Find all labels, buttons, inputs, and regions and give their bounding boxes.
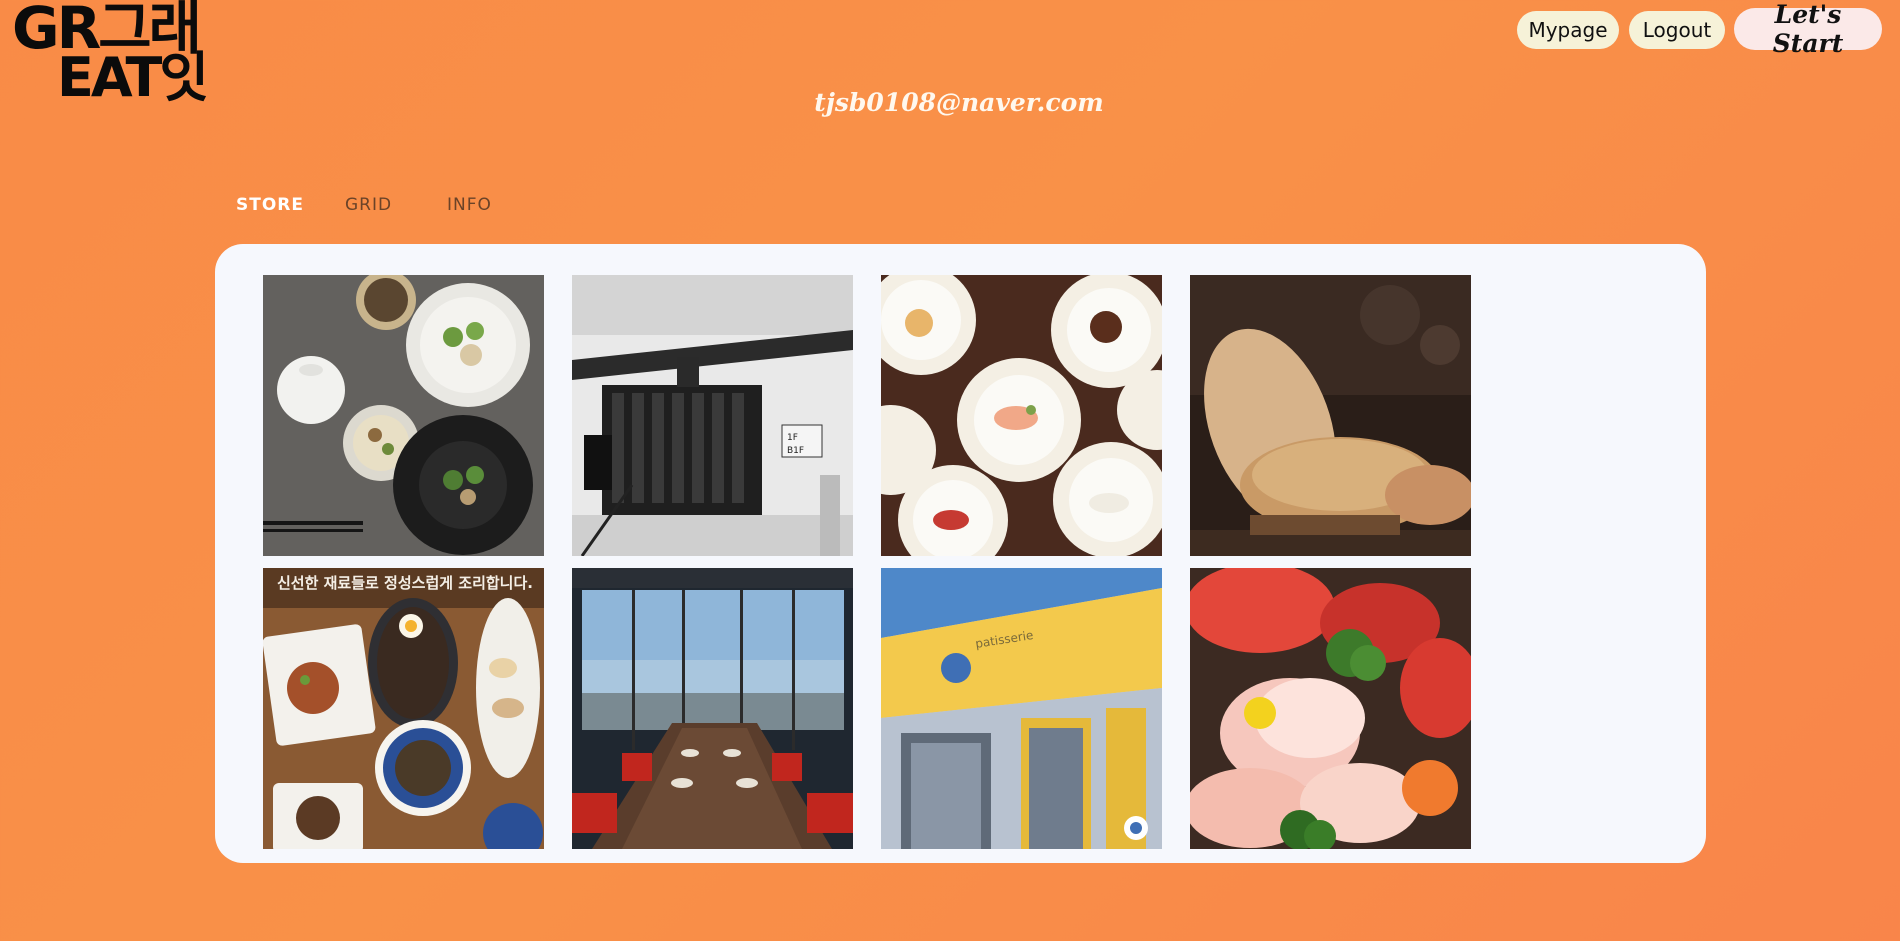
- sashimi-photo: [1190, 568, 1471, 849]
- store-photo-3[interactable]: [881, 275, 1162, 556]
- svg-text:B1F: B1F: [787, 446, 804, 456]
- lets-start-button[interactable]: Let's Start: [1734, 0, 1882, 58]
- asian-dishes-photo: 신선한 재료들로 정성스럽게 조리합니다.: [263, 568, 544, 849]
- store-photo-5[interactable]: 신선한 재료들로 정성스럽게 조리합니다.: [263, 568, 544, 849]
- tab-grid[interactable]: GRID: [345, 195, 392, 215]
- tab-store[interactable]: STORE: [236, 195, 304, 215]
- cafe-storefront-photo: patisserie: [881, 568, 1162, 849]
- rooftop-dining-photo: [572, 568, 853, 849]
- svg-text:1F: 1F: [787, 433, 798, 443]
- store-photo-2[interactable]: 1F B1F: [572, 275, 853, 556]
- store-photo-1[interactable]: [263, 275, 544, 556]
- storefront-photo: 1F B1F: [572, 275, 853, 556]
- tab-info[interactable]: INFO: [447, 195, 492, 215]
- store-photo-4[interactable]: [1190, 275, 1471, 556]
- korean-dishes-photo: [263, 275, 544, 556]
- logout-button[interactable]: Logout: [1629, 11, 1725, 49]
- bread-photo: [1190, 275, 1471, 556]
- dish-caption-text: 신선한 재료들로 정성스럽게 조리합니다.: [277, 574, 533, 592]
- store-photo-panel: 1F B1F 신선한 재료들로 정성스럽게 조리합니다. patisserie: [215, 244, 1706, 863]
- sushi-plates-photo: [881, 275, 1162, 556]
- store-photo-6[interactable]: [572, 568, 853, 849]
- user-email: tjsb0108@naver.com: [814, 88, 1104, 117]
- mypage-button[interactable]: Mypage: [1517, 11, 1619, 49]
- store-photo-7[interactable]: patisserie: [881, 568, 1162, 849]
- store-photo-8[interactable]: [1190, 568, 1471, 849]
